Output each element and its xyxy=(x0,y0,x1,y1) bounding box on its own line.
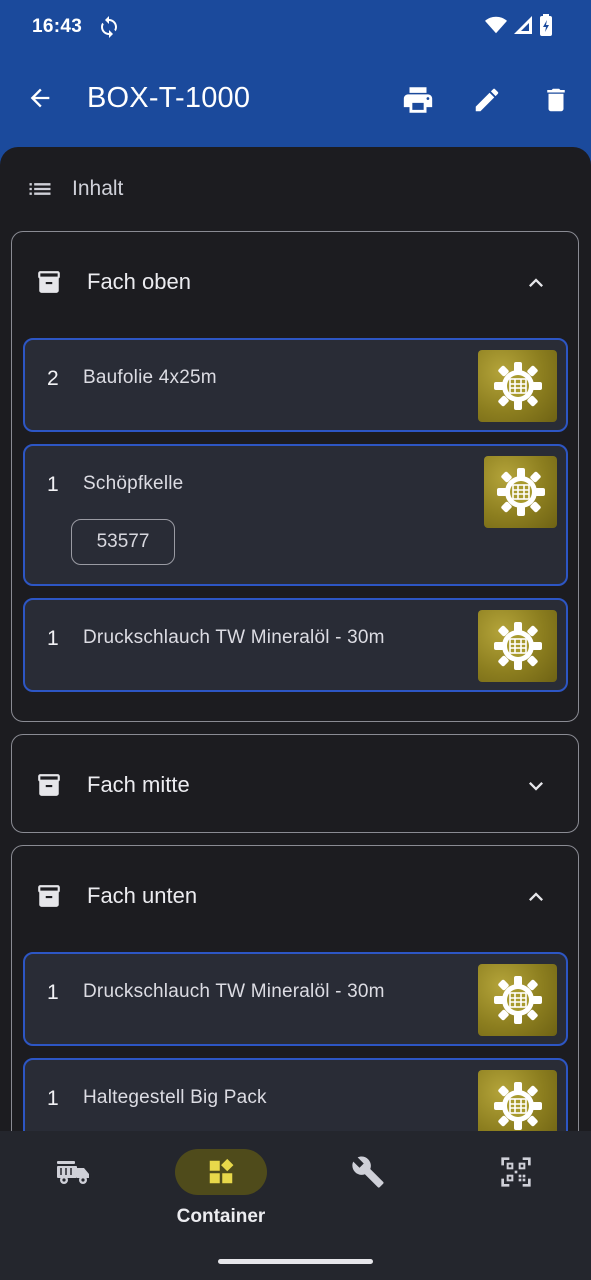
container-icon xyxy=(209,1158,234,1184)
item-quantity: 1 xyxy=(47,981,59,1004)
nav-item-tools[interactable] xyxy=(322,1149,414,1195)
back-button[interactable] xyxy=(22,80,58,116)
serial-chip[interactable]: 53577 xyxy=(71,519,175,565)
gear-placeholder-icon xyxy=(493,1082,542,1130)
wifi-icon xyxy=(485,15,507,40)
item-quantity: 1 xyxy=(47,1087,59,1110)
item-name: Schöpfkelle xyxy=(83,473,184,494)
list-item[interactable]: 1 Druckschlauch TW Mineralöl - 30m xyxy=(23,952,568,1046)
item-quantity: 1 xyxy=(47,627,59,650)
compartment-title: Fach unten xyxy=(87,883,198,908)
status-time: 16:43 xyxy=(32,16,83,37)
list-item[interactable]: 1 Druckschlauch TW Mineralöl - 30m xyxy=(23,598,568,692)
item-thumbnail xyxy=(478,610,557,682)
chevron-up-icon[interactable] xyxy=(520,267,552,299)
list-item[interactable]: 2 Baufolie 4x25m xyxy=(23,338,568,432)
compartment-header[interactable]: Fach oben xyxy=(12,232,578,332)
arrow-back-icon xyxy=(30,88,50,108)
gear-placeholder-icon xyxy=(493,362,542,410)
app-bar: BOX-T-1000 xyxy=(0,56,591,146)
list-item[interactable]: 1 Haltegestell Big Pack xyxy=(23,1058,568,1131)
item-name: Baufolie 4x25m xyxy=(83,367,217,388)
edit-button[interactable] xyxy=(467,80,507,120)
item-name: Haltegestell Big Pack xyxy=(83,1087,267,1108)
item-thumbnail xyxy=(478,1070,557,1131)
trash-icon xyxy=(547,88,565,112)
item-thumbnail xyxy=(478,350,557,422)
compartment-fach-oben: Fach oben 2 Baufolie 4x25m 1 Schöpfkelle… xyxy=(11,231,579,722)
fire-truck-icon xyxy=(57,1161,89,1184)
nav-label-container: Container xyxy=(176,1206,266,1227)
print-button[interactable] xyxy=(398,80,438,120)
compartment-title: Fach oben xyxy=(87,269,191,294)
gear-placeholder-icon xyxy=(496,468,545,516)
print-icon xyxy=(403,87,433,113)
item-thumbnail xyxy=(478,964,557,1036)
list-item[interactable]: 1 Schöpfkelle 53577 xyxy=(23,444,568,586)
archive-box-icon xyxy=(38,885,60,907)
nav-item-vehicles[interactable] xyxy=(27,1149,119,1195)
chevron-down-icon[interactable] xyxy=(520,770,552,802)
gear-placeholder-icon xyxy=(493,976,542,1024)
item-name: Druckschlauch TW Mineralöl - 30m xyxy=(83,627,385,648)
archive-box-icon xyxy=(38,271,60,293)
compartment-title: Fach mitte xyxy=(87,772,190,797)
chevron-up-icon[interactable] xyxy=(520,881,552,913)
battery-icon xyxy=(539,14,553,41)
wrench-icon xyxy=(352,1156,384,1188)
compartment-fach-mitte: Fach mitte xyxy=(11,734,579,833)
compartment-fach-unten: Fach unten 1 Druckschlauch TW Mineralöl … xyxy=(11,845,579,1131)
section-label: Inhalt xyxy=(72,177,124,200)
sync-icon xyxy=(97,15,121,39)
item-thumbnail xyxy=(484,456,557,528)
bottom-navigation: Container xyxy=(0,1131,591,1280)
item-quantity: 2 xyxy=(47,367,59,390)
home-indicator[interactable] xyxy=(218,1259,373,1264)
qr-scanner-icon xyxy=(501,1157,531,1187)
pencil-icon xyxy=(475,88,499,112)
item-name: Druckschlauch TW Mineralöl - 30m xyxy=(83,981,385,1002)
gear-placeholder-icon xyxy=(493,622,542,670)
item-quantity: 1 xyxy=(47,473,59,496)
cell-signal-icon xyxy=(513,15,533,40)
delete-button[interactable] xyxy=(536,80,576,120)
archive-box-icon xyxy=(38,774,60,796)
list-icon xyxy=(29,183,51,195)
compartment-header[interactable]: Fach unten xyxy=(12,846,578,946)
section-header: Inhalt xyxy=(26,174,123,204)
status-bar: 16:43 xyxy=(0,0,591,56)
compartment-header[interactable]: Fach mitte xyxy=(12,735,578,832)
page-title: BOX-T-1000 xyxy=(87,82,251,114)
nav-item-scanner[interactable] xyxy=(470,1149,562,1195)
content-sheet: Inhalt Fach oben 2 Baufolie 4x25m 1 Schö… xyxy=(0,147,591,1131)
nav-item-container[interactable] xyxy=(175,1149,267,1195)
